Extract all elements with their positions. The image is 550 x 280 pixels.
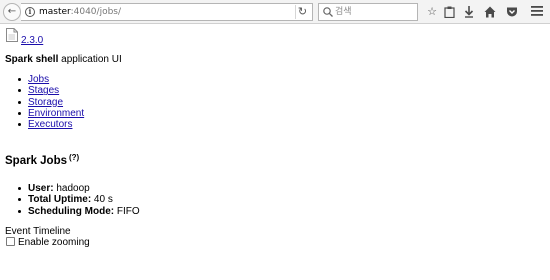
summary-user: User: hadoop: [15, 183, 140, 194]
url-text[interactable]: master:4040/jobs/: [39, 6, 121, 19]
event-timeline-toggle[interactable]: Event Timeline: [5, 226, 71, 237]
url-path: :4040/jobs/: [70, 7, 122, 17]
home-icon[interactable]: [482, 4, 498, 20]
clipboard-icon[interactable]: [441, 4, 457, 20]
app-name: Spark shell: [5, 54, 59, 65]
summary-scheduling-value: FIFO: [114, 205, 140, 217]
address-bar[interactable]: i master:4040/jobs/ ↻: [21, 3, 313, 21]
site-info-icon[interactable]: i: [25, 7, 35, 17]
nav-item-stages: Stages: [15, 85, 84, 96]
menu-hamburger-icon[interactable]: [529, 4, 545, 20]
spark-logo-icon[interactable]: [6, 28, 18, 42]
back-button[interactable]: ←: [3, 3, 21, 21]
pocket-icon[interactable]: [504, 4, 520, 20]
enable-zooming-label[interactable]: Enable zooming: [18, 237, 90, 248]
bookmark-star-icon[interactable]: ☆: [424, 4, 440, 20]
browser-toolbar: ← i master:4040/jobs/ ↻ 검색 ☆: [0, 0, 550, 24]
help-tooltip[interactable]: (?): [69, 153, 79, 162]
page-title: Spark Jobs (?): [5, 152, 79, 167]
enable-zooming-checkbox[interactable]: [6, 237, 15, 246]
url-host: master: [39, 7, 71, 17]
summary-uptime: Total Uptime: 40 s: [15, 194, 140, 205]
nav-link-executors[interactable]: Executors: [28, 119, 72, 130]
nav-item-environment: Environment: [15, 108, 84, 119]
search-icon: [323, 7, 333, 17]
nav-menu: Jobs Stages Storage Environment Executor…: [15, 74, 84, 130]
zoom-option[interactable]: Enable zooming: [6, 237, 90, 249]
summary-user-value: hadoop: [53, 183, 90, 194]
app-suffix: application UI: [58, 54, 122, 65]
nav-link-storage[interactable]: Storage: [28, 97, 63, 108]
nav-link-stages[interactable]: Stages: [28, 85, 59, 96]
nav-link-jobs[interactable]: Jobs: [28, 74, 49, 85]
summary-user-key: User:: [28, 183, 54, 194]
summary-uptime-key: Total Uptime:: [28, 194, 92, 206]
nav-item-executors: Executors: [15, 119, 84, 130]
job-summary-list: User: hadoop Total Uptime: 40 s Scheduli…: [15, 183, 140, 217]
nav-item-storage: Storage: [15, 97, 84, 108]
search-bar[interactable]: 검색: [318, 3, 418, 21]
summary-uptime-value: 40 s: [91, 194, 113, 206]
page-title-text: Spark Jobs: [5, 155, 67, 167]
download-icon[interactable]: [461, 4, 477, 20]
search-placeholder: 검색: [335, 7, 352, 17]
summary-scheduling-key: Scheduling Mode:: [28, 205, 115, 217]
summary-scheduling-mode: Scheduling Mode: FIFO: [15, 206, 140, 217]
nav-item-jobs: Jobs: [15, 74, 84, 85]
version-link[interactable]: 2.3.0: [21, 35, 43, 46]
reload-icon[interactable]: ↻: [295, 5, 309, 19]
nav-link-environment[interactable]: Environment: [28, 108, 84, 119]
app-title: Spark shell application UI: [5, 54, 122, 65]
back-arrow-icon: ←: [7, 6, 17, 17]
